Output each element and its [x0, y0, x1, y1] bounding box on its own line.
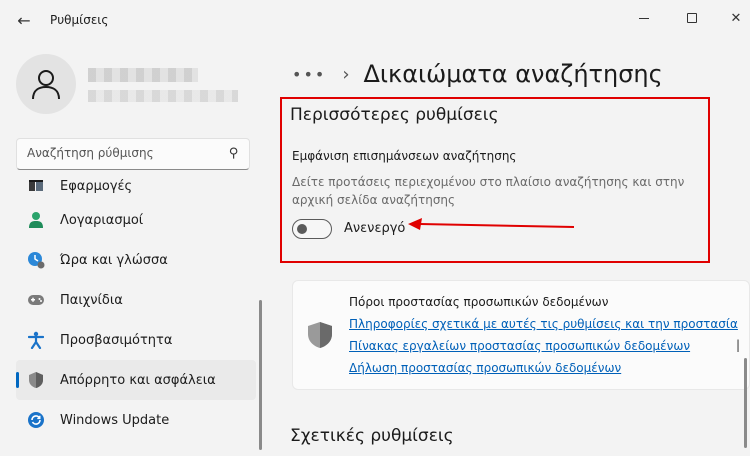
minimize-icon	[639, 17, 649, 19]
sidebar-item-label: Εφαρμογές	[60, 178, 133, 194]
sidebar-item-gaming[interactable]: Παιχνίδια	[16, 280, 256, 320]
sidebar-item-label: Windows Update	[60, 412, 170, 428]
sidebar-item-apps[interactable]: Εφαρμογές	[16, 172, 256, 200]
arrow-left-icon: ←	[17, 10, 31, 30]
about-settings-link[interactable]: Πληροφορίες σχετικά με αυτές τις ρυθμίσε…	[349, 317, 738, 331]
sidebar-item-label: Απόρρητο και ασφάλεια	[60, 372, 216, 388]
sidebar-item-label: Παιχνίδια	[60, 292, 123, 308]
breadcrumb: ••• › Δικαιώματα αναζήτησης	[292, 54, 663, 94]
sidebar-item-label: Προσβασιμότητα	[60, 332, 173, 348]
title-bar: ← Ρυθμίσεις ✕	[0, 0, 750, 40]
user-icon	[32, 70, 60, 100]
apps-icon	[26, 176, 46, 196]
more-settings-section: Περισσότερες ρυθμίσεις Εμφάνιση επισημάν…	[280, 97, 710, 263]
gamepad-icon	[26, 290, 46, 310]
blurred-email	[88, 90, 238, 102]
annotation-arrow-icon	[408, 218, 575, 230]
toggle-knob	[297, 224, 307, 234]
page-title: Δικαιώματα αναζήτησης	[363, 60, 663, 88]
search-icon[interactable]: ⚲	[229, 146, 239, 161]
close-button[interactable]: ✕	[716, 4, 750, 32]
main-content: ••• › Δικαιώματα αναζήτησης Περισσότερες…	[272, 40, 750, 456]
chevron-right-icon: ›	[342, 63, 350, 85]
search-input[interactable]	[27, 146, 217, 160]
blurred-username	[88, 68, 198, 82]
section-title: Περισσότερες ρυθμίσεις	[290, 105, 499, 125]
breadcrumb-overflow-button[interactable]: •••	[292, 65, 326, 84]
sidebar-item-privacy-security[interactable]: Απόρρητο και ασφάλεια	[16, 360, 256, 400]
minimize-button[interactable]	[624, 4, 664, 32]
maximize-icon	[687, 13, 697, 23]
sidebar-item-accounts[interactable]: Λογαριασμοί	[16, 200, 256, 240]
setting-description: Δείτε προτάσεις περιεχομένου στο πλαίσιο…	[292, 175, 685, 207]
privacy-dashboard-link[interactable]: Πίνακας εργαλείων προστασίας προσωπικών …	[349, 339, 690, 353]
app-title: Ρυθμίσεις	[50, 13, 109, 27]
sidebar-scrollbar[interactable]	[259, 300, 262, 450]
user-profile[interactable]	[16, 54, 266, 134]
search-highlights-toggle[interactable]	[292, 219, 332, 239]
close-icon: ✕	[730, 10, 742, 26]
privacy-resources-card: Πόροι προστασίας προσωπικών δεδομένων Πλ…	[292, 280, 750, 390]
sidebar-item-label: Ώρα και γλώσσα	[60, 252, 168, 268]
sidebar-item-accessibility[interactable]: Προσβασιμότητα	[16, 320, 256, 360]
card-heading: Πόροι προστασίας προσωπικών δεδομένων	[349, 295, 609, 309]
update-icon	[26, 410, 46, 430]
accounts-icon	[26, 210, 46, 230]
search-box[interactable]: ⚲	[16, 138, 250, 170]
sidebar-nav: Εφαρμογές Λογαριασμοί Ώρα και γλώσσα Παι…	[16, 178, 256, 440]
time-language-icon	[26, 250, 46, 270]
privacy-shield-icon	[308, 322, 332, 348]
toggle-state-label: Ανενεργό	[344, 221, 406, 236]
privacy-statement-link[interactable]: Δήλωση προστασίας προσωπικών δεδομένων	[349, 361, 621, 375]
main-scrollbar[interactable]	[744, 358, 747, 448]
sidebar-item-label: Λογαριασμοί	[60, 212, 144, 228]
sidebar: ⚲ Εφαρμογές Λογαριασμοί Ώρα και γλώσσα Π…	[0, 40, 272, 456]
avatar	[16, 54, 76, 114]
maximize-button[interactable]	[672, 4, 712, 32]
link-separator: |	[736, 338, 741, 352]
sidebar-item-windows-update[interactable]: Windows Update	[16, 400, 256, 440]
related-settings-title: Σχετικές ρυθμίσεις	[290, 426, 454, 446]
sidebar-item-time-language[interactable]: Ώρα και γλώσσα	[16, 240, 256, 280]
back-button[interactable]: ←	[10, 8, 38, 32]
accessibility-icon	[26, 330, 46, 350]
setting-label: Εμφάνιση επισημάνσεων αναζήτησης	[292, 149, 517, 163]
shield-icon	[26, 370, 46, 390]
